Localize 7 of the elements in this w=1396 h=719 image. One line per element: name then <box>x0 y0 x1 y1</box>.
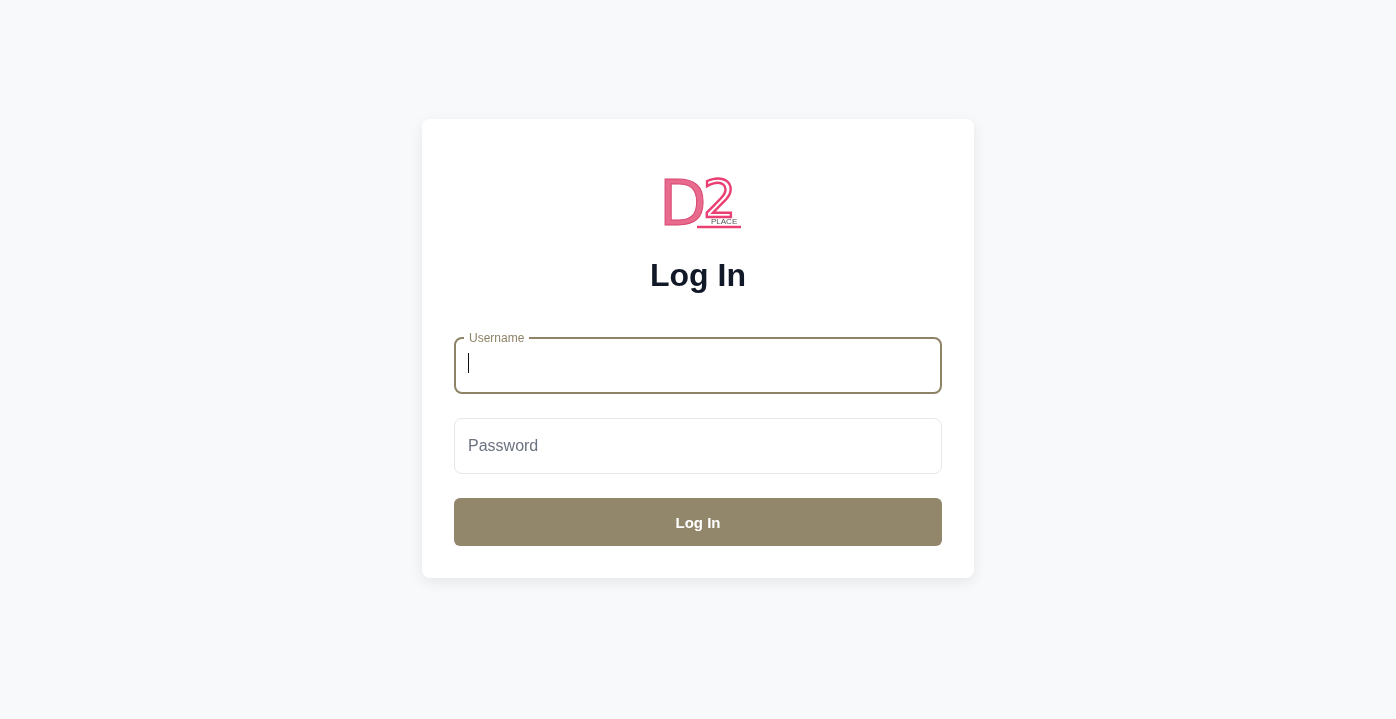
username-field[interactable]: Username <box>454 331 942 394</box>
password-field[interactable]: Password <box>454 418 942 474</box>
login-button[interactable]: Log In <box>454 498 942 546</box>
text-cursor <box>468 353 469 373</box>
field-label: Username <box>468 331 526 345</box>
page-title: Log In <box>650 256 746 295</box>
logo-drawing: D2PLACE <box>659 171 743 229</box>
